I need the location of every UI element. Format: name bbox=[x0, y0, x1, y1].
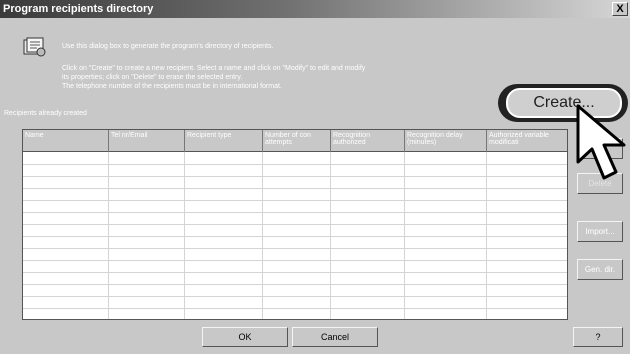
help-button[interactable]: ? bbox=[573, 327, 623, 347]
row-divider bbox=[23, 200, 567, 201]
row-divider bbox=[23, 188, 567, 189]
column-header-name[interactable]: Name bbox=[23, 130, 109, 152]
info-text-line-1: Use this dialog box to generate the prog… bbox=[62, 43, 274, 50]
recipients-label: Recipients already created bbox=[4, 110, 87, 117]
generate-directory-button[interactable]: Gen. dir. bbox=[577, 259, 623, 280]
recipients-table[interactable]: Name Tel nr/Email Recipient type Number … bbox=[22, 129, 568, 320]
row-divider bbox=[23, 260, 567, 261]
row-divider bbox=[23, 308, 567, 309]
row-divider bbox=[23, 164, 567, 165]
info-text-line-2: Click on "Create" to create a new recipi… bbox=[62, 65, 366, 72]
close-icon: X bbox=[616, 3, 624, 15]
column-header-recognition-delay[interactable]: Recognition delay (minutes) bbox=[405, 130, 487, 152]
directory-icon bbox=[23, 37, 46, 57]
column-header-tel-email[interactable]: Tel nr/Email bbox=[109, 130, 185, 152]
import-button[interactable]: Import... bbox=[577, 221, 623, 242]
row-divider bbox=[23, 212, 567, 213]
cancel-button[interactable]: Cancel bbox=[292, 327, 378, 347]
window-title: Program recipients directory bbox=[3, 3, 154, 15]
column-header-recipient-type[interactable]: Recipient type bbox=[185, 130, 263, 152]
row-divider bbox=[23, 272, 567, 273]
row-divider bbox=[23, 236, 567, 237]
row-divider bbox=[23, 284, 567, 285]
info-text-line-3: its properties; click on "Delete" to era… bbox=[62, 74, 243, 81]
program-recipients-dialog: Program recipients directory X Use this … bbox=[0, 0, 630, 354]
row-divider bbox=[23, 176, 567, 177]
mouse-pointer-icon bbox=[576, 104, 626, 180]
close-button[interactable]: X bbox=[612, 2, 628, 16]
column-header-attempts[interactable]: Number of con attempts bbox=[263, 130, 331, 152]
ok-button[interactable]: OK bbox=[202, 327, 288, 347]
row-divider bbox=[23, 224, 567, 225]
column-header-authorized-variable[interactable]: Authorized variable modificati bbox=[487, 130, 567, 152]
column-header-recognition-authorized[interactable]: Recognition authorized bbox=[331, 130, 405, 152]
row-divider bbox=[23, 296, 567, 297]
info-text-line-4: The telephone number of the recipients m… bbox=[62, 83, 282, 90]
row-divider bbox=[23, 248, 567, 249]
table-header: Name Tel nr/Email Recipient type Number … bbox=[23, 130, 567, 152]
title-bar: Program recipients directory X bbox=[0, 0, 630, 18]
